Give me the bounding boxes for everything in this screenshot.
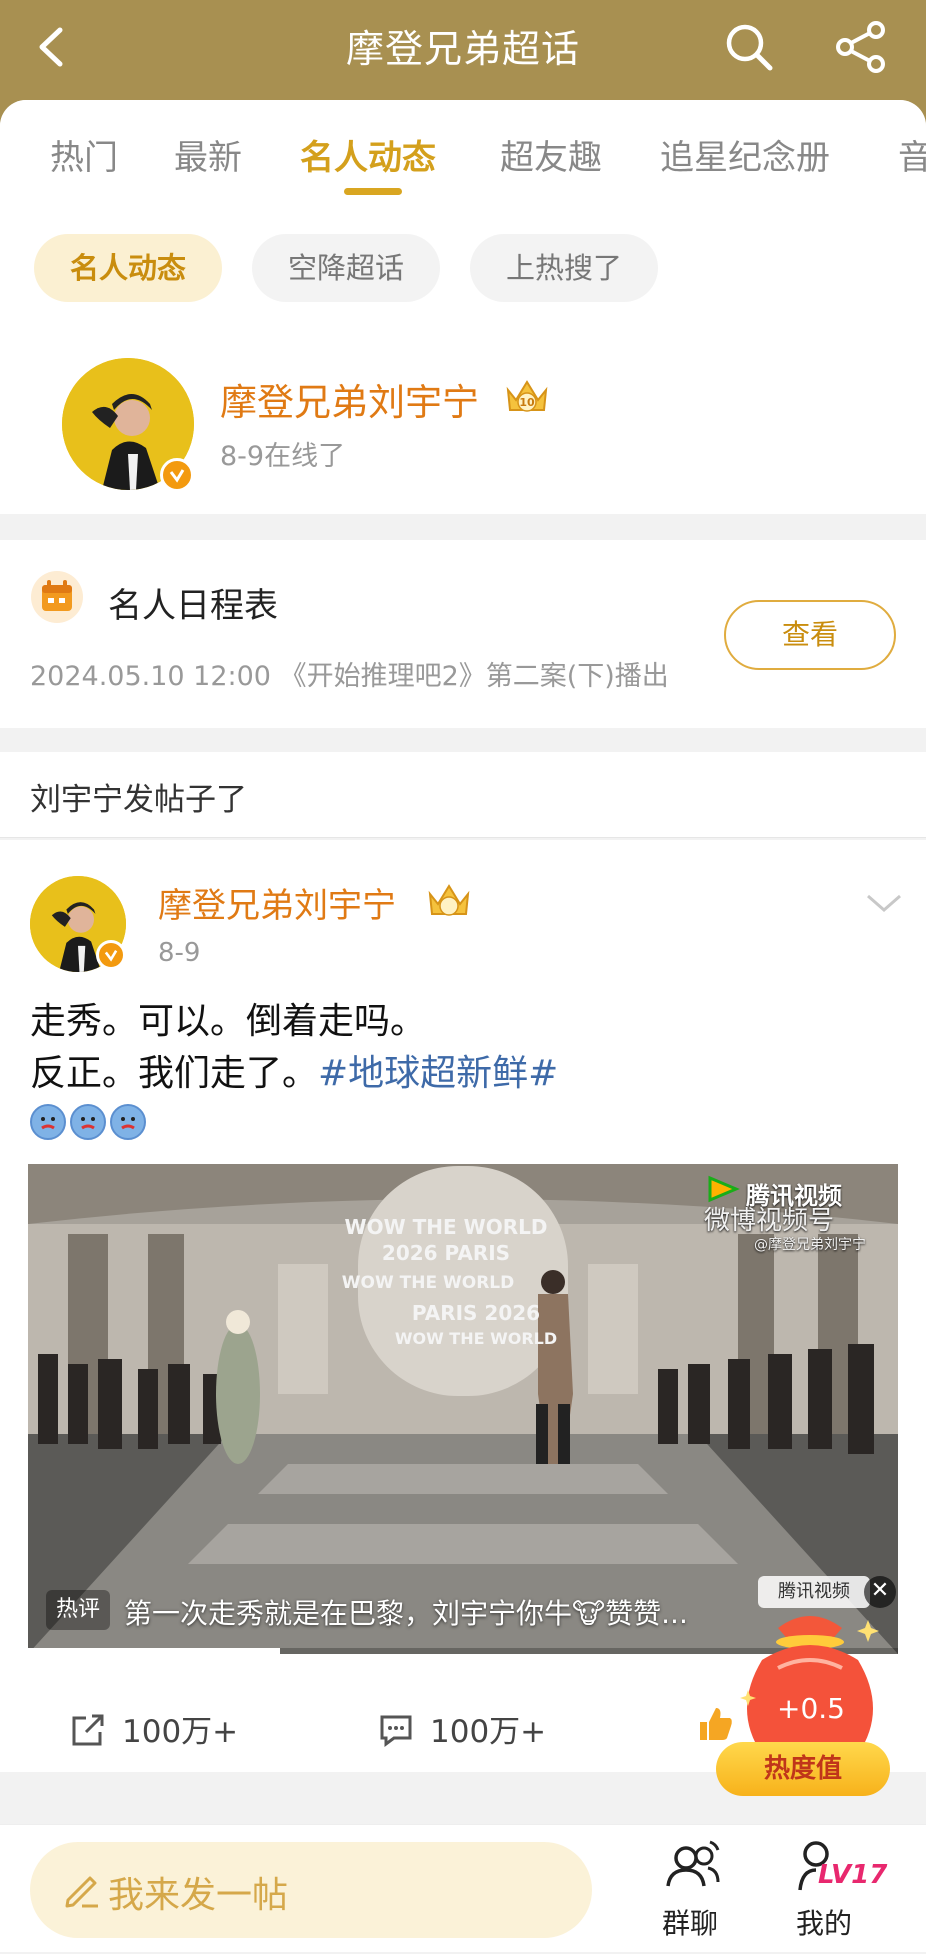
chevron-down-icon[interactable]: [864, 888, 904, 918]
post-verified-badge-icon: [96, 940, 126, 970]
search-icon[interactable]: [722, 20, 776, 74]
tab-fun[interactable]: 超友趣: [500, 130, 602, 179]
post-author-name[interactable]: 摩登兄弟刘宇宁: [158, 878, 396, 927]
chip-trending[interactable]: 上热搜了: [470, 234, 658, 302]
repost-icon[interactable]: [70, 1712, 106, 1748]
backdrop-text-3: WOW THE WORLD: [342, 1273, 514, 1293]
video-progress-fill: [28, 1648, 281, 1654]
celebrity-name[interactable]: 摩登兄弟刘宇宁: [220, 372, 479, 426]
video-watermark-weibo: 微博视频号: [704, 1206, 835, 1236]
emoji-icon: [110, 1104, 146, 1140]
view-schedule-button[interactable]: 查看: [724, 600, 896, 670]
mine-label[interactable]: 我的: [796, 1902, 852, 1942]
group-chat-label[interactable]: 群聊: [662, 1902, 718, 1942]
emoji-icon: [30, 1104, 66, 1140]
hot-comment-tag: 热评: [46, 1590, 110, 1630]
share-icon[interactable]: [832, 18, 890, 76]
tab-latest[interactable]: 最新: [174, 130, 242, 179]
backdrop-text-2: 2026 PARIS: [382, 1241, 510, 1265]
calendar-icon: [31, 571, 83, 623]
verified-badge-icon: [160, 458, 194, 492]
section-title: 刘宇宁发帖子了: [30, 782, 247, 818]
crown-level-text: 10: [519, 396, 535, 409]
comment-icon[interactable]: [378, 1712, 414, 1748]
post-crown-icon: [428, 884, 470, 916]
tab-album[interactable]: 追星纪念册: [660, 130, 830, 179]
group-chat-icon[interactable]: [662, 1838, 724, 1894]
backdrop-text-1: WOW THE WORLD: [345, 1215, 548, 1239]
reward-value[interactable]: +0.5: [752, 1692, 870, 1725]
hot-comment-text: 第一次走秀就是在巴黎，刘宇宁你牛🐮赞赞...: [124, 1597, 688, 1630]
post-text-line2: 反正。我们走了。#地球超新鲜#: [30, 1048, 558, 1100]
tencent-play-icon: [708, 1175, 740, 1203]
repost-count[interactable]: 100万+: [122, 1706, 238, 1751]
page-title: 摩登兄弟超话: [345, 27, 580, 71]
chip-airdrop[interactable]: 空降超话: [252, 234, 440, 302]
video-watermark-user: @摩登兄弟刘宇宁: [754, 1237, 866, 1253]
video-player[interactable]: WOW THE WORLD 2026 PARIS WOW THE WORLD P…: [28, 1164, 898, 1654]
post-text-line1: 走秀。可以。倒着走吗。: [30, 1001, 427, 1042]
comment-count[interactable]: 100万+: [430, 1706, 546, 1751]
post-text: 走秀。可以。倒着走吗。 反正。我们走了。#地球超新鲜#: [30, 996, 558, 1100]
chip-celebrity-news[interactable]: 名人动态: [34, 234, 222, 302]
compose-placeholder: 我来发一帖: [108, 1875, 289, 1916]
tab-music[interactable]: 音: [898, 130, 926, 179]
emoji-icon: [70, 1104, 106, 1140]
schedule-desc: 2024.05.10 12:00 《开始推理吧2》第二案(下)播出: [30, 661, 669, 692]
heat-value-button[interactable]: 热度值: [716, 1742, 890, 1796]
tab-hot[interactable]: 热门: [50, 130, 118, 179]
crown-level-icon: 10: [506, 380, 548, 412]
pen-icon: [65, 1876, 98, 1908]
post-time: 8-9: [158, 938, 201, 968]
backdrop-text-5: WOW THE WORLD: [395, 1329, 557, 1348]
tab-celebrity-news[interactable]: 名人动态: [300, 130, 436, 179]
post-text-line2-prefix: 反正。我们走了。: [30, 1053, 319, 1094]
backdrop-text-4: PARIS 2026: [412, 1301, 540, 1325]
celebrity-status: 8-9在线了: [220, 441, 346, 472]
user-level-badge: LV17: [818, 1860, 888, 1890]
active-tab-indicator: [344, 188, 402, 195]
post-hashtag[interactable]: #地球超新鲜#: [318, 1053, 558, 1094]
schedule-title: 名人日程表: [108, 586, 278, 626]
